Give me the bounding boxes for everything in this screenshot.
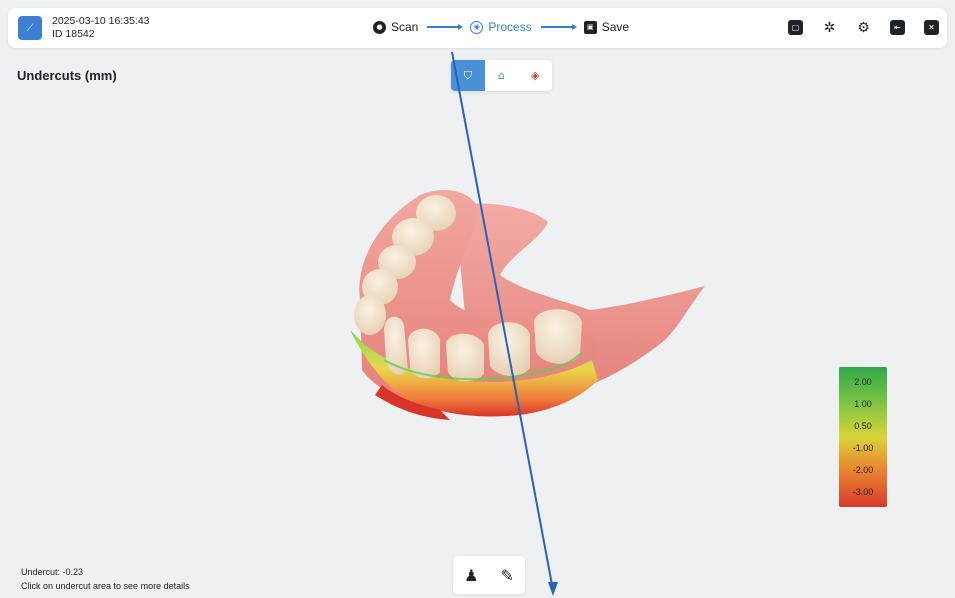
axis-arrow-icon — [548, 582, 558, 596]
undercut-readout: Undercut: -0.23 — [21, 567, 84, 577]
3d-viewport[interactable] — [0, 0, 955, 598]
status-hint: Click on undercut area to see more detai… — [21, 581, 190, 591]
dental-scan-model[interactable] — [350, 190, 705, 420]
bottom-toolbar: ♟ ✎ — [453, 556, 525, 594]
legend-value: -2.00 — [852, 465, 874, 475]
legend-value: 1.00 — [854, 399, 872, 409]
status-info: Undercut: -0.23 Click on undercut area t… — [21, 565, 190, 593]
pencil-icon[interactable]: ✎ — [501, 566, 514, 585]
undercut-legend: 2.00 1.00 0.50 -1.00 -2.00 -3.00 — [839, 367, 887, 507]
legend-value: -1.00 — [852, 443, 874, 453]
person-icon[interactable]: ♟ — [464, 566, 478, 585]
legend-value: -3.00 — [852, 487, 874, 497]
legend-value: 2.00 — [854, 377, 872, 387]
legend-value: 0.50 — [854, 421, 872, 431]
